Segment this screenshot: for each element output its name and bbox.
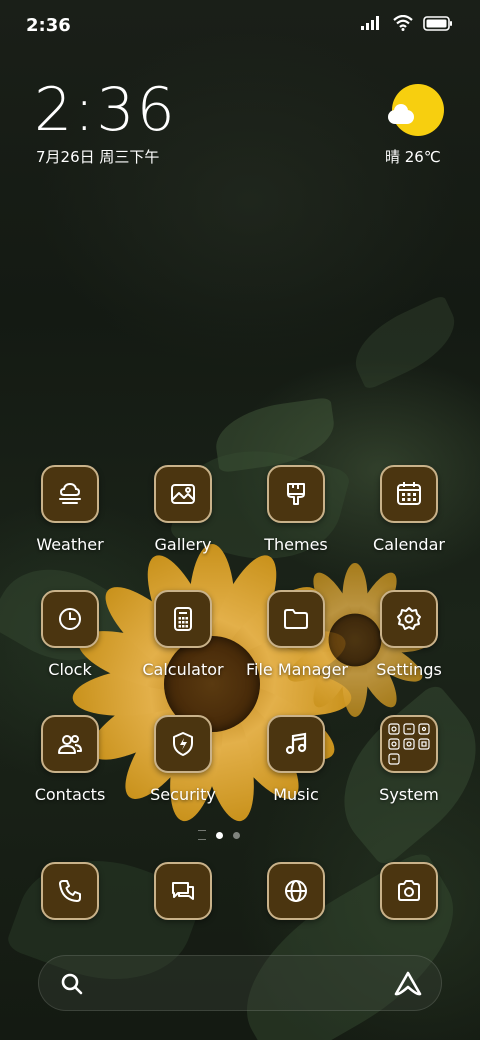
weather-widget-text: 晴 26℃ <box>385 148 441 166</box>
app-label: File Manager <box>246 660 348 679</box>
app-folder-system[interactable]: System <box>359 715 459 804</box>
weather-icon <box>41 465 99 523</box>
folder-grid-icon <box>380 715 438 773</box>
dock-camera[interactable] <box>359 862 459 920</box>
app-gallery[interactable]: Gallery <box>133 465 233 554</box>
app-music[interactable]: Music <box>246 715 346 804</box>
app-label: Security <box>150 785 216 804</box>
clock-widget-time[interactable]: 2:36 <box>34 80 177 140</box>
status-bar: 2:36 <box>0 0 480 50</box>
camera-icon <box>380 862 438 920</box>
app-label: Calculator <box>142 660 224 679</box>
app-settings[interactable]: Settings <box>359 590 459 679</box>
assistant-icon[interactable] <box>393 970 423 998</box>
contacts-icon <box>41 715 99 773</box>
app-clock[interactable]: Clock <box>20 590 120 679</box>
app-security[interactable]: Security <box>133 715 233 804</box>
app-weather[interactable]: Weather <box>20 465 120 554</box>
page-indicator-feed[interactable] <box>198 830 206 840</box>
app-themes[interactable]: Themes <box>246 465 346 554</box>
folder-icon <box>267 590 325 648</box>
wifi-icon <box>393 15 413 31</box>
messages-icon <box>154 862 212 920</box>
page-dot[interactable] <box>233 831 240 839</box>
app-label: Contacts <box>34 785 106 804</box>
signal-icon <box>361 16 379 30</box>
gallery-icon <box>154 465 212 523</box>
page-dot-active[interactable] <box>216 831 223 839</box>
calculator-icon <box>154 590 212 648</box>
clock-widget-date: 7月26日 周三下午 <box>36 148 160 166</box>
dock-phone[interactable] <box>20 862 120 920</box>
page-indicator <box>198 830 240 840</box>
search-icon[interactable] <box>59 971 85 997</box>
app-label: Gallery <box>154 535 212 554</box>
weather-widget-icon[interactable] <box>388 82 446 140</box>
app-calendar[interactable]: Calendar <box>359 465 459 554</box>
security-shield-icon <box>154 715 212 773</box>
app-label: Music <box>273 785 319 804</box>
app-label: Calendar <box>373 535 445 554</box>
app-label: Settings <box>376 660 442 679</box>
app-file-manager[interactable]: File Manager <box>246 590 348 679</box>
battery-icon <box>423 15 452 31</box>
app-calculator[interactable]: Calculator <box>133 590 233 679</box>
app-label: Weather <box>36 535 104 554</box>
music-note-icon <box>267 715 325 773</box>
dock-messages[interactable] <box>133 862 233 920</box>
calendar-icon <box>380 465 438 523</box>
cloud-icon <box>388 104 414 124</box>
app-label: Clock <box>48 660 92 679</box>
browser-globe-icon <box>267 862 325 920</box>
status-time: 2:36 <box>26 15 71 36</box>
app-label: System <box>379 785 439 804</box>
search-bar[interactable] <box>38 955 442 1011</box>
app-label: Themes <box>264 535 328 554</box>
dock-browser[interactable] <box>246 862 346 920</box>
clock-icon <box>41 590 99 648</box>
themes-brush-icon <box>267 465 325 523</box>
gear-icon <box>380 590 438 648</box>
app-contacts[interactable]: Contacts <box>20 715 120 804</box>
phone-icon <box>41 862 99 920</box>
